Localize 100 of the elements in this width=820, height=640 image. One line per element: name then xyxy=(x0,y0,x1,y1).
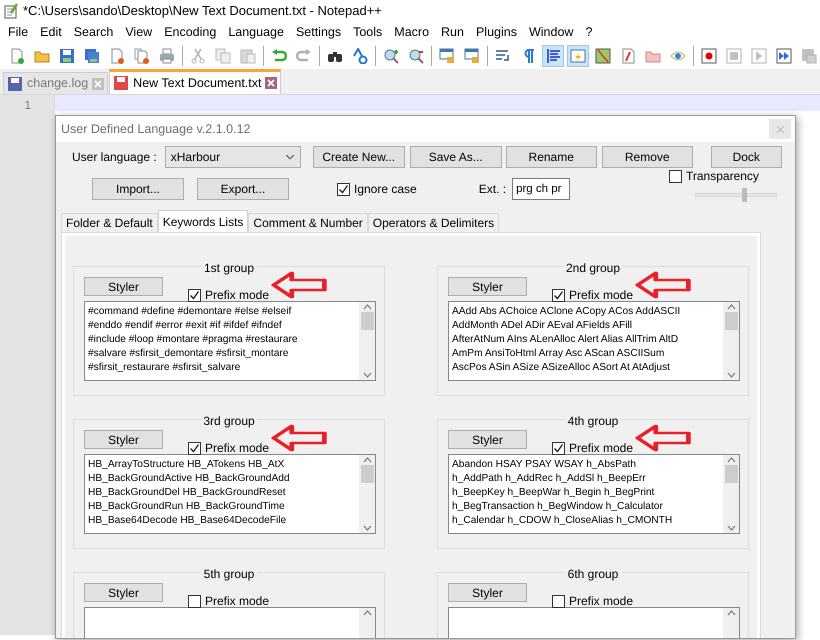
menu-item[interactable]: Edit xyxy=(34,23,68,42)
toggle-button[interactable] xyxy=(567,45,589,67)
dialog-title: User Defined Language v.2.1.0.12 xyxy=(61,120,250,138)
caret-icon xyxy=(284,152,295,162)
document-tab[interactable]: New Text Document.txt xyxy=(109,69,282,94)
menu-item[interactable]: Macro xyxy=(388,23,436,42)
checkbox[interactable] xyxy=(552,442,565,454)
document-function-icon[interactable] xyxy=(620,48,636,64)
scroll-up-icon[interactable] xyxy=(362,610,372,616)
keywords-field[interactable]: HB_ArrayToStructure HB_ATokens HB_AtX HB_BackGroundActive HB_BackGroundAdd HB_BackGroundDel HB_BackGroundReset HB_BackGroundRun HB_BackGroundTime HB_Base64Decode HB_Base64DecodeFile xyxy=(84,454,376,534)
scroll-down-icon[interactable] xyxy=(726,372,736,378)
menu-item[interactable]: Language xyxy=(222,23,290,42)
scroll-up-icon[interactable] xyxy=(362,304,372,310)
scroll-up-icon[interactable] xyxy=(726,304,736,310)
floppy-disks-icon[interactable] xyxy=(84,48,100,64)
styler-button[interactable]: Styler xyxy=(448,277,527,296)
close-icon xyxy=(776,124,784,134)
checkbox-label: Prefix mode xyxy=(205,287,270,304)
zoom-in-icon[interactable] xyxy=(383,48,399,64)
styler-button[interactable]: Styler xyxy=(84,277,163,296)
scroll-up-icon[interactable] xyxy=(362,457,372,463)
checkbox[interactable] xyxy=(669,170,682,182)
dialog-button[interactable]: Dock xyxy=(710,146,782,168)
language-dropdown[interactable]: xHarbour xyxy=(164,146,301,168)
checkbox-label: Transparency xyxy=(686,168,759,185)
word-wrap-icon[interactable] xyxy=(495,48,511,64)
tab[interactable]: Keywords Lists xyxy=(158,210,248,232)
vertical-scrollbar[interactable] xyxy=(723,455,739,533)
dialog-button[interactable]: Save As... xyxy=(410,146,502,168)
undo-icon[interactable] xyxy=(271,48,287,64)
menu-item[interactable]: Encoding xyxy=(158,23,222,42)
checkbox[interactable] xyxy=(188,594,201,608)
checkbox-label: Prefix mode xyxy=(569,440,634,457)
scroll-down-icon[interactable] xyxy=(362,372,372,378)
scrollbar-thumb[interactable] xyxy=(724,465,738,483)
document-close-icon[interactable] xyxy=(109,48,125,64)
window-title: *C:\Users\sando\Desktop\New Text Document.txt - Notepad++ xyxy=(23,2,382,20)
locked-window-icon[interactable] xyxy=(464,48,480,64)
checkbox[interactable] xyxy=(337,182,350,196)
notepad-icon xyxy=(3,3,19,19)
checkbox[interactable] xyxy=(188,442,201,454)
keywords-field[interactable]: Abandon HSAY PSAY WSAY h_AbsPath h_AddPath h_AddRec h_AddSl h_BeepErr h_BeepKey h_BeepWar h_Begin h_BegPrint h_BegTransaction h_BegWindow h_Calculator h_Calendar h_CDOW h_CloseAlias h_CMONTH xyxy=(448,454,740,534)
line-number: 1 xyxy=(23,97,31,114)
checkbox[interactable] xyxy=(552,594,565,608)
styler-button[interactable]: Styler xyxy=(448,430,527,449)
scroll-down-icon[interactable] xyxy=(726,525,736,531)
menu-item[interactable]: Plugins xyxy=(470,23,523,42)
dialog-button[interactable]: Create New... xyxy=(312,146,405,168)
documents-close-icon[interactable] xyxy=(134,48,150,64)
menu-item[interactable]: View xyxy=(119,23,158,42)
keywords-field[interactable]: #command #define #demontare #else #elseif #enddo #endif #error #exit #if #ifdef #ifndef #include #loop #montare #pragma #restaurare #salvare #sfirsit_demontare #sfirsit_montare #sfirsit_restaurare #sfirsit_salvare xyxy=(84,301,376,381)
scroll-up-icon[interactable] xyxy=(726,610,736,616)
close-icon[interactable] xyxy=(265,77,278,89)
dialog-button[interactable]: Rename xyxy=(506,146,597,168)
checkbox-label: Prefix mode xyxy=(569,287,634,304)
zoom-out-icon[interactable] xyxy=(408,48,424,64)
scrollbar-thumb[interactable] xyxy=(360,465,374,483)
vertical-scrollbar[interactable] xyxy=(723,302,739,380)
tab[interactable]: Operators & Delimiters xyxy=(368,213,500,232)
styler-button[interactable]: Styler xyxy=(448,583,527,602)
menu-item[interactable]: Settings xyxy=(290,23,348,42)
scroll-down-icon[interactable] xyxy=(362,525,372,531)
document-icon[interactable] xyxy=(9,48,25,64)
record-icon[interactable] xyxy=(701,48,717,64)
window-lightning-icon xyxy=(570,48,586,64)
printer-icon[interactable] xyxy=(159,48,175,64)
checkbox-label: Prefix mode xyxy=(205,593,270,610)
styler-button[interactable]: Styler xyxy=(84,583,163,602)
vertical-scrollbar[interactable] xyxy=(359,302,375,380)
menu-item[interactable]: Window xyxy=(522,23,580,42)
extension-field[interactable]: prg ch pr xyxy=(512,178,570,200)
dialog-button[interactable]: Remove xyxy=(602,146,693,168)
checkbox[interactable] xyxy=(552,288,565,302)
document-tab[interactable]: change.log xyxy=(3,72,108,94)
export-button[interactable]: Export... xyxy=(197,178,289,200)
keywords-field[interactable]: AAdd Abs AChoice AClone ACopy ACos AddASCII AddMonth ADel ADir AEval AFields AFill AfterAtNum AIns ALenAlloc Alert Alias AllTrim AltD AmPm AnsiToHtml Array Asc AScan ASCIISum AscPos ASin ASize ASizeAlloc ASort At AtAdjust xyxy=(448,301,740,381)
slider-thumb[interactable] xyxy=(742,188,747,202)
scrollbar-thumb[interactable] xyxy=(360,312,374,330)
map-icon[interactable] xyxy=(595,48,611,64)
scroll-up-icon[interactable] xyxy=(726,457,736,463)
vertical-scrollbar[interactable] xyxy=(359,455,375,533)
toggle-button[interactable] xyxy=(542,45,564,67)
user-language-label: User language : xyxy=(72,149,157,166)
scrollbar-thumb[interactable] xyxy=(724,312,738,330)
menu-item[interactable]: Tools xyxy=(347,23,388,42)
replace-icon[interactable] xyxy=(352,48,368,64)
tab[interactable]: Comment & Number xyxy=(248,213,368,232)
menu-item[interactable]: Search xyxy=(68,23,120,42)
import-button[interactable]: Import... xyxy=(92,178,184,200)
indent-guide-icon xyxy=(545,48,561,64)
checkbox-label: Prefix mode xyxy=(205,440,270,457)
locked-window-icon[interactable] xyxy=(439,48,455,64)
fast-forward-icon[interactable] xyxy=(776,48,792,64)
menu-item[interactable]: Run xyxy=(435,23,470,42)
checkbox[interactable] xyxy=(188,288,201,302)
menu-item[interactable]: File xyxy=(2,23,34,42)
tab[interactable]: Folder & Default xyxy=(61,213,158,232)
menu-item[interactable]: ? xyxy=(579,23,598,42)
tab-label: change.log xyxy=(27,75,88,92)
styler-button[interactable]: Styler xyxy=(84,430,163,449)
